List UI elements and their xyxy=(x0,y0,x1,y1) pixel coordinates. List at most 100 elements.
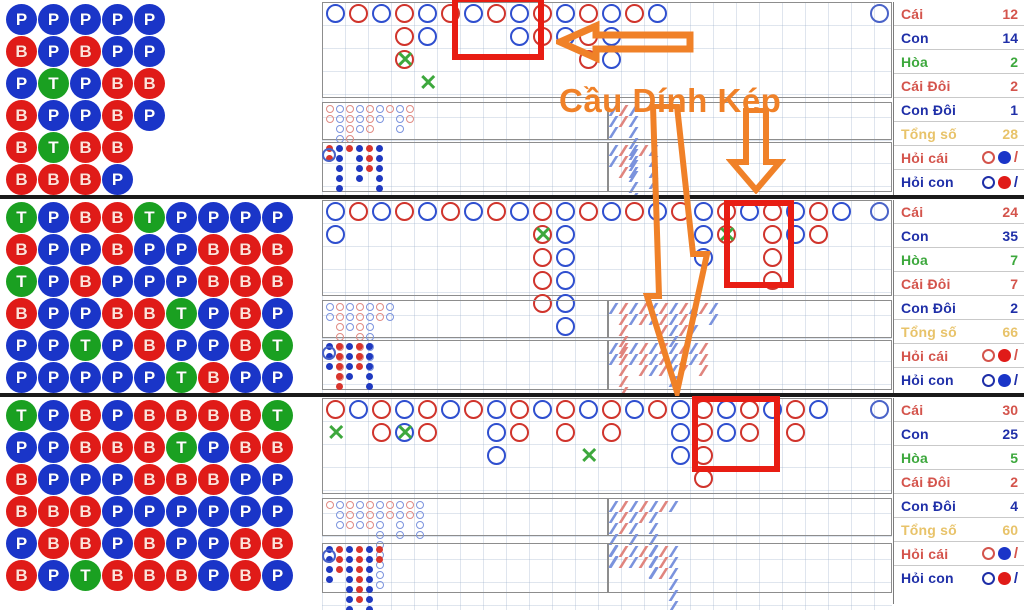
bead-b: B xyxy=(134,560,165,591)
bead-t: T xyxy=(70,330,101,361)
small-road-banker xyxy=(336,373,343,380)
bead-column: PBBPPB xyxy=(198,202,229,393)
stat-label: Con Đôi xyxy=(901,299,957,316)
big-road-banker xyxy=(648,400,667,419)
bead-t: T xyxy=(262,330,293,361)
road-area-3[interactable]: ✕ ✕ ✕ xyxy=(322,398,892,610)
dot-icon xyxy=(997,547,1011,560)
big-road-player xyxy=(372,4,391,23)
bead-b: B xyxy=(198,266,229,297)
big-road-banker xyxy=(740,423,759,442)
big-road-tie: ✕ xyxy=(327,420,346,445)
stat-label: Con xyxy=(901,227,929,244)
big-road-player xyxy=(556,4,575,23)
big-road-banker xyxy=(786,423,805,442)
big-eye-road-player xyxy=(416,521,424,529)
big-road-player xyxy=(579,400,598,419)
bead-p: P xyxy=(102,464,133,495)
stat-label: Cái xyxy=(901,5,924,22)
big-eye-road-player xyxy=(376,105,384,113)
dot-icon xyxy=(997,373,1011,387)
dot-icon xyxy=(997,151,1011,164)
shoe-panel-1: PBPBBBPPTPTBPBPPBBPPBBBPPPBP ✕ ✕ Cái 12 Con… xyxy=(0,0,1024,197)
big-eye-road-player xyxy=(356,521,364,529)
bead-p: P xyxy=(198,330,229,361)
big-eye-road-banker xyxy=(326,105,334,113)
prediction-circle[interactable] xyxy=(322,346,336,360)
bead-p: P xyxy=(38,298,69,329)
big-road-banker xyxy=(533,202,552,221)
big-eye-road-player xyxy=(376,115,384,123)
big-road-player xyxy=(326,225,345,244)
stat-value: 7 xyxy=(1010,275,1018,292)
bead-p: P xyxy=(102,362,133,393)
big-eye-road-player xyxy=(356,511,364,519)
big-eye-road-player xyxy=(386,303,394,311)
bead-b: B xyxy=(6,164,37,195)
big-road-player xyxy=(556,248,575,267)
big-road-banker xyxy=(326,400,345,419)
bead-p: P xyxy=(166,234,197,265)
big-road-banker xyxy=(556,423,575,442)
bead-b: B xyxy=(198,464,229,495)
big-eye-road-banker xyxy=(346,511,354,519)
big-eye-road-player xyxy=(336,501,344,509)
big-eye-road-banker xyxy=(346,501,354,509)
bead-p: P xyxy=(38,4,69,35)
bead-p: P xyxy=(38,202,69,233)
bead-b: B xyxy=(262,432,293,463)
stat-value: 14 xyxy=(1002,29,1018,46)
small-road-player xyxy=(336,165,343,172)
big-road-banker xyxy=(441,202,460,221)
bead-p: P xyxy=(6,4,37,35)
small-road-player xyxy=(346,606,353,610)
small-road-banker xyxy=(336,556,343,563)
big-eye-road-banker xyxy=(326,501,334,509)
prediction-circle[interactable] xyxy=(870,400,889,419)
big-road-player xyxy=(487,446,506,465)
stat-label: Cái Đôi xyxy=(901,275,951,292)
big-road-banker xyxy=(579,50,598,69)
stat-value: 2 xyxy=(1010,299,1018,316)
big-road-player xyxy=(786,202,805,221)
big-road-player xyxy=(694,202,713,221)
bead-p: P xyxy=(230,362,261,393)
big-eye-road-player xyxy=(366,313,374,321)
stat-label: Con Đôi xyxy=(901,101,957,118)
bead-b: B xyxy=(102,298,133,329)
small-road-banker xyxy=(336,353,343,360)
big-eye-road-player xyxy=(336,115,344,123)
ask-indicator: / xyxy=(981,174,1018,191)
big-road-player xyxy=(510,27,529,46)
big-road-banker xyxy=(694,446,713,465)
road-area-2[interactable]: ✕ ✕ xyxy=(322,200,892,393)
small-road-player xyxy=(356,175,363,182)
ring-icon xyxy=(981,373,995,387)
bead-b: B xyxy=(102,68,133,99)
big-road-banker xyxy=(671,202,690,221)
small-road-player xyxy=(356,165,363,172)
big-road-banker xyxy=(533,248,552,267)
big-road-player xyxy=(326,4,345,23)
bead-b: B xyxy=(262,266,293,297)
prediction-circle[interactable] xyxy=(322,148,336,162)
big-road-player xyxy=(418,27,437,46)
big-road-player xyxy=(395,400,414,419)
prediction-circle[interactable] xyxy=(870,202,889,221)
prediction-circle[interactable] xyxy=(322,549,336,563)
stat-value: 60 xyxy=(1002,521,1018,538)
road-frame xyxy=(322,142,608,192)
big-eye-road-banker xyxy=(356,303,364,311)
big-eye-road-player xyxy=(356,105,364,113)
bead-plate-1[interactable]: PBPBBBPPTPTBPBPPBBPPBBBPPPBP xyxy=(6,4,165,195)
prediction-circle[interactable] xyxy=(870,4,889,23)
bead-column: BBPBBT xyxy=(70,400,101,591)
big-road-player xyxy=(418,4,437,23)
stat-label: Hỏi cái xyxy=(901,149,949,166)
stat-row-total: Tổng số 28 xyxy=(894,122,1024,146)
bead-plate-3[interactable]: TPBBPBPPPBBPBBPBBTPBPPPBBBBPBBBTBPPBBPBP… xyxy=(6,400,293,591)
bead-b: B xyxy=(70,132,101,163)
big-road-player xyxy=(464,202,483,221)
big-eye-road-player xyxy=(396,115,404,123)
bead-plate-2[interactable]: TBTBPPPPPPPPBPBPTPBBPBPPTPPBBPPPPTPTPBBP… xyxy=(6,202,293,393)
